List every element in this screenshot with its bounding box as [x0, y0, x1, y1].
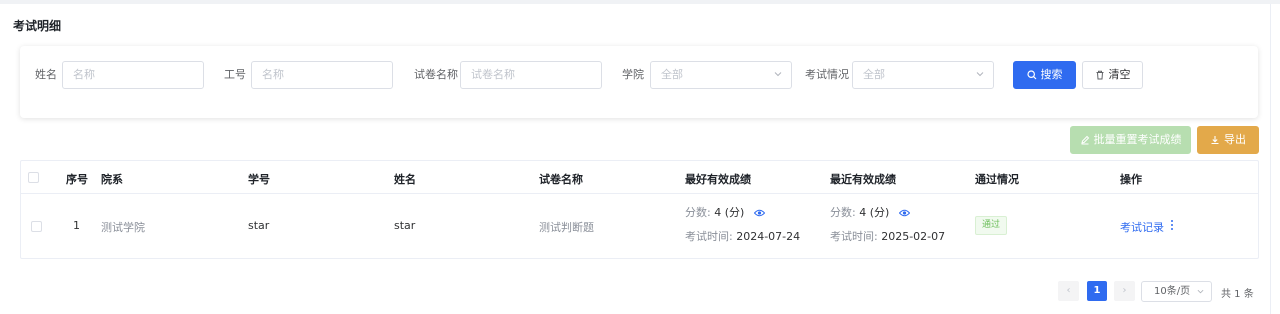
eye-icon[interactable]	[898, 209, 910, 217]
clear-button-label: 清空	[1108, 68, 1131, 81]
batch-reset-label: 批量重置考试成绩	[1093, 133, 1182, 146]
paper-filter-placeholder: 试卷名称	[471, 68, 515, 81]
status-filter-label: 考试情况	[805, 68, 849, 81]
col-header-pass: 通过情况	[975, 173, 1019, 186]
paper-filter-input[interactable]: 试卷名称	[460, 61, 602, 89]
download-icon	[1211, 136, 1219, 145]
page-1-button[interactable]: 1	[1087, 281, 1107, 301]
search-icon	[1026, 70, 1036, 80]
export-button[interactable]: 导出	[1197, 126, 1259, 154]
college-select-value: 全部	[661, 68, 683, 81]
best-time-label: 考试时间:	[685, 230, 733, 243]
workno-filter-placeholder: 名称	[262, 68, 284, 81]
name-filter-input[interactable]: 名称	[62, 61, 204, 89]
latest-time-label: 考试时间:	[830, 230, 878, 243]
workno-filter-input[interactable]: 名称	[251, 61, 393, 89]
best-score-label: 分数:	[685, 206, 711, 219]
latest-time-value: 2025-02-07	[881, 230, 946, 243]
trash-icon	[1096, 70, 1103, 80]
chevron-down-icon	[976, 72, 984, 77]
college-filter-label: 学院	[622, 68, 644, 81]
college-select[interactable]: 全部	[650, 61, 792, 89]
results-table	[20, 160, 1259, 259]
row-department: 测试学院	[101, 221, 145, 234]
name-filter-placeholder: 名称	[73, 68, 95, 81]
status-select-value: 全部	[863, 68, 885, 81]
total-count: 共 1 条	[1221, 289, 1254, 300]
row-checkbox[interactable]	[31, 221, 42, 232]
pass-status-badge: 通过	[975, 216, 1007, 235]
edit-icon	[1080, 135, 1089, 145]
latest-time-line: 考试时间: 2025-02-07	[830, 228, 945, 244]
search-button-label: 搜索	[1040, 68, 1063, 81]
best-time-line: 考试时间: 2024-07-24	[685, 228, 800, 244]
page-title: 考试明细	[13, 19, 62, 33]
status-select[interactable]: 全部	[852, 61, 994, 89]
prev-page-button[interactable]: ‹	[1058, 281, 1079, 301]
search-button[interactable]: 搜索	[1013, 61, 1076, 89]
workno-filter-label: 工号	[224, 68, 246, 81]
clear-button[interactable]: 清空	[1082, 61, 1143, 89]
name-filter-label: 姓名	[35, 68, 57, 81]
col-header-student-no: 学号	[248, 173, 270, 186]
latest-score-value: 4 (分)	[859, 206, 890, 219]
best-time-value: 2024-07-24	[736, 230, 801, 243]
latest-score-label: 分数:	[830, 206, 856, 219]
row-student-no: star	[248, 219, 270, 232]
page-size-select[interactable]: 10条/页	[1141, 281, 1212, 302]
chevron-down-icon	[1197, 289, 1204, 294]
select-all-checkbox[interactable]	[28, 172, 39, 183]
row-paper: 测试判断题	[539, 221, 594, 234]
chevron-down-icon	[774, 72, 782, 77]
col-header-latest-score: 最近有效成绩	[830, 173, 896, 186]
exam-record-link[interactable]: 考试记录	[1120, 219, 1164, 235]
row-name: star	[394, 219, 416, 232]
right-edge-rule	[1270, 4, 1271, 314]
eye-icon[interactable]	[753, 209, 765, 217]
table-header-divider	[20, 193, 1259, 194]
batch-reset-button[interactable]: 批量重置考试成绩	[1070, 126, 1191, 154]
col-header-department: 院系	[101, 173, 123, 186]
col-header-ops: 操作	[1120, 173, 1142, 186]
top-divider	[0, 0, 1280, 4]
col-header-best-score: 最好有效成绩	[685, 173, 751, 186]
more-actions-icon[interactable]	[1168, 219, 1176, 231]
col-header-index: 序号	[66, 173, 88, 186]
row-index: 1	[73, 219, 80, 232]
best-score-line: 分数: 4 (分)	[685, 204, 765, 220]
page-size-value: 10条/页	[1154, 286, 1191, 297]
best-score-value: 4 (分)	[714, 206, 745, 219]
col-header-name: 姓名	[394, 173, 416, 186]
col-header-paper: 试卷名称	[539, 173, 583, 186]
export-label: 导出	[1224, 133, 1246, 146]
latest-score-line: 分数: 4 (分)	[830, 204, 910, 220]
paper-filter-label: 试卷名称	[414, 68, 458, 81]
next-page-button[interactable]: ›	[1114, 281, 1135, 301]
